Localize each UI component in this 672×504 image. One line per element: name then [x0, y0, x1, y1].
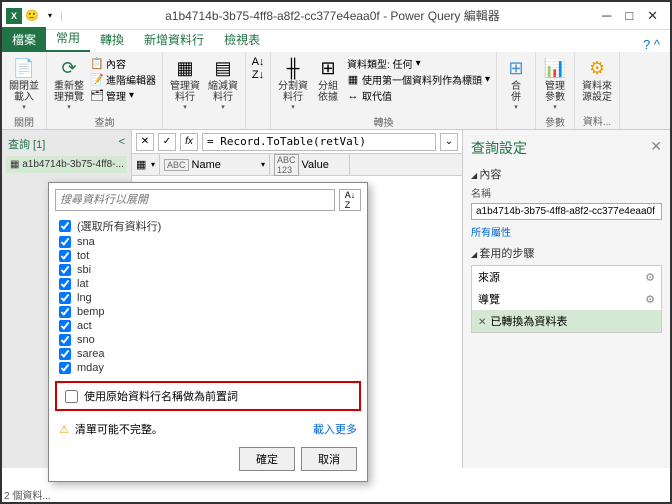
content-section: 內容 [471, 166, 662, 182]
header-icon: ▦ [347, 74, 359, 86]
help-icon[interactable]: ? ^ [643, 37, 670, 52]
search-input[interactable] [55, 189, 335, 211]
settings-title: 查詢設定 [471, 138, 527, 158]
ok-button[interactable]: 確定 [239, 447, 295, 471]
column-checkbox[interactable]: sbi [59, 263, 357, 277]
columns-icon: ▦ [173, 56, 197, 80]
smiley-icon[interactable]: 🙂 [24, 8, 40, 24]
manage-button[interactable]: 🗂管理 ▾ [91, 88, 156, 103]
column-checkbox[interactable]: act [59, 319, 357, 333]
params-icon: 📊 [543, 56, 567, 80]
manage-icon: 🗂 [91, 90, 103, 102]
queries-header: 查詢 [1] [8, 136, 45, 152]
load-more-link[interactable]: 載入更多 [313, 421, 357, 437]
query-name-input[interactable]: a1b4714b-3b75-4ff8-a8f2-cc377e4eaa0f [471, 203, 662, 220]
split-column-button[interactable]: ╫分割資 料行▾ [275, 54, 311, 113]
close-pane-icon[interactable]: ✕ [650, 138, 662, 158]
step-navigation[interactable]: 導覽⚙ [472, 288, 661, 310]
datasource-button[interactable]: ⚙資料來 源設定 [579, 54, 615, 105]
column-checkbox[interactable]: sno [59, 333, 357, 347]
minimize-icon[interactable]: ─ [602, 8, 611, 24]
fx-expand-icon[interactable]: ⌄ [440, 133, 458, 151]
steps-section: 套用的步驟 [471, 245, 662, 261]
advanced-editor-button[interactable]: 📝進階編輯器 [91, 72, 156, 87]
column-checkbox[interactable]: bemp [59, 305, 357, 319]
dropdown-icon[interactable]: ▾ [42, 8, 58, 24]
firstrow-header-button[interactable]: ▦使用第一個資料列作為標頭 ▾ [347, 72, 490, 87]
sort-asc-icon[interactable]: A↓ [252, 56, 264, 68]
close-icon[interactable]: ✕ [647, 8, 658, 24]
tab-addcolumn[interactable]: 新增資料行 [134, 27, 214, 52]
sort-desc-icon[interactable]: Z↓ [252, 69, 264, 81]
prefix-checkbox[interactable]: 使用原始資料行名稱做為前置詞 [65, 388, 351, 404]
reduce-rows-button[interactable]: ▤縮減資 料行▾ [205, 54, 241, 113]
step-convert-table[interactable]: ✕已轉換為資料表 [472, 310, 661, 332]
refresh-icon: ⟳ [57, 56, 81, 80]
expand-columns-popup: A↓Z (選取所有資料行) snatotsbilatlngbempactsnos… [48, 182, 368, 482]
cancel-button[interactable]: 取消 [301, 447, 357, 471]
gear-icon[interactable]: ⚙ [645, 271, 655, 284]
parameters-button[interactable]: 📊管理 參數▾ [540, 54, 570, 113]
replace-icon: ↔ [347, 90, 359, 102]
groupby-button[interactable]: ⊞分組 依據 [313, 54, 343, 105]
warning-icon: ⚠ [59, 423, 69, 436]
column-checkbox[interactable]: lat [59, 277, 357, 291]
datatype-button[interactable]: 資料類型: 任何 ▾ [347, 56, 490, 71]
combine-button[interactable]: ⊞合 併▾ [501, 54, 531, 113]
split-icon: ╫ [281, 56, 305, 80]
refresh-button[interactable]: ⟳ 重新整 理預覽 ▾ [51, 54, 87, 113]
gear-icon[interactable]: ⚙ [645, 293, 655, 306]
step-source[interactable]: 來源⚙ [472, 266, 661, 288]
column-checkbox[interactable]: lng [59, 291, 357, 305]
rows-icon: ▤ [211, 56, 235, 80]
query-item[interactable]: ▦ a1b4714b-3b75-4ff8-... [6, 156, 127, 173]
fx-cancel-icon[interactable]: ✕ [136, 133, 154, 151]
replace-values-button[interactable]: ↔取代值 [347, 88, 490, 103]
editor-icon: 📝 [91, 74, 103, 86]
maximize-icon[interactable]: □ [625, 8, 633, 24]
tab-transform[interactable]: 轉換 [90, 27, 134, 52]
excel-icon: X [6, 8, 22, 24]
column-checkbox[interactable]: sna [59, 235, 357, 249]
column-value[interactable]: ABC123Value [270, 154, 350, 175]
fx-accept-icon[interactable]: ✓ [158, 133, 176, 151]
combine-icon: ⊞ [504, 56, 528, 80]
column-checkbox[interactable]: sarea [59, 347, 357, 361]
tab-file[interactable]: 檔案 [2, 27, 46, 52]
window-title: a1b4714b-3b75-4ff8-a8f2-cc377e4eaa0f - P… [63, 7, 602, 24]
status-bar: 2 個資料... [4, 487, 51, 502]
column-checkbox[interactable]: tot [59, 249, 357, 263]
table-corner[interactable]: ▦▾ [132, 154, 160, 175]
sort-toggle-icon[interactable]: A↓Z [339, 189, 361, 211]
tab-view[interactable]: 檢視表 [214, 27, 270, 52]
groupby-icon: ⊞ [316, 56, 340, 80]
column-name[interactable]: ABCName▾ [160, 154, 270, 175]
properties-icon: 📋 [91, 58, 103, 70]
tab-home[interactable]: 常用 [46, 25, 90, 52]
formula-input[interactable] [202, 133, 436, 151]
select-all-checkbox[interactable]: (選取所有資料行) [59, 217, 357, 235]
column-checkbox[interactable]: mday [59, 361, 357, 375]
collapse-icon[interactable]: < [119, 136, 125, 152]
properties-button[interactable]: 📋內容 [91, 56, 156, 71]
datasource-icon: ⚙ [585, 56, 609, 80]
manage-columns-button[interactable]: ▦管理資 料行▾ [167, 54, 203, 113]
close-load-button[interactable]: 📄 關閉並 載入 ▾ [6, 54, 42, 113]
all-properties-link[interactable]: 所有屬性 [471, 224, 662, 239]
sort-buttons[interactable]: A↓ Z↓ [250, 54, 266, 83]
close-load-icon: 📄 [12, 56, 36, 80]
fx-label: fx [180, 133, 198, 151]
